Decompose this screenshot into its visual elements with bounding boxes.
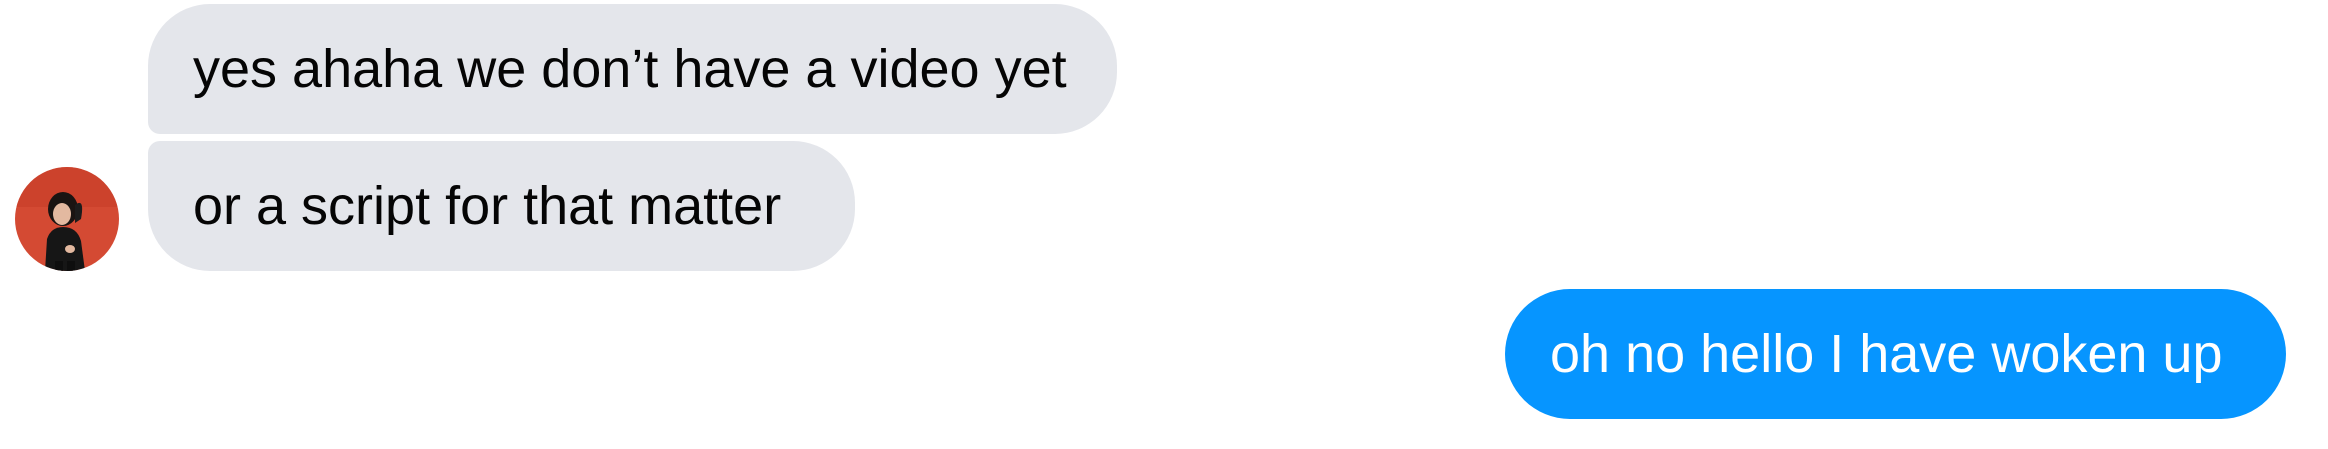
incoming-message-bubble[interactable]: or a script for that matter — [148, 141, 855, 271]
incoming-message-bubble[interactable]: yes ahaha we don’t have a video yet — [148, 4, 1117, 134]
message-text: oh no hello I have woken up — [1550, 324, 2223, 384]
contact-avatar[interactable] — [15, 167, 119, 271]
outgoing-message-bubble[interactable]: oh no hello I have woken up — [1505, 289, 2286, 419]
message-text: or a script for that matter — [193, 176, 782, 236]
profile-photo-icon — [15, 167, 119, 271]
message-text: yes ahaha we don’t have a video yet — [193, 39, 1067, 99]
